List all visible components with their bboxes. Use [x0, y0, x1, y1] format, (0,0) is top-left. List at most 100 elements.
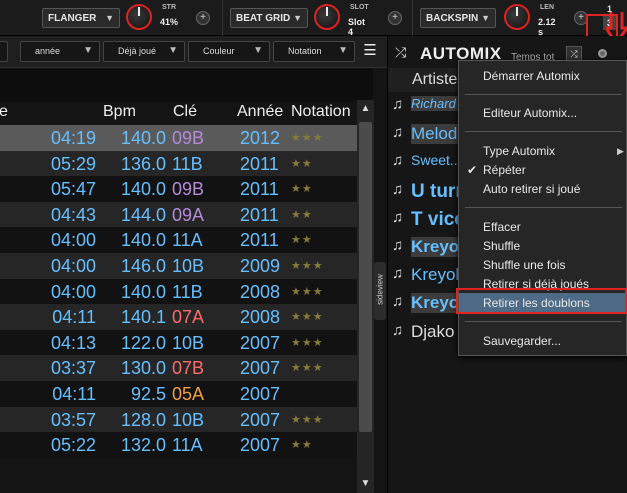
table-row[interactable]: 04:19 140.0 09B 2012 ★★★ — [0, 125, 357, 151]
fx-select-1[interactable]: FLANGER ▼ — [42, 8, 120, 28]
table-row[interactable]: 05:47 140.0 09B 2011 ★★ — [0, 176, 357, 202]
menu-divider — [465, 207, 622, 208]
menu-item-shuffle[interactable]: Shuffle — [483, 239, 520, 253]
cell-time: 03:37 — [50, 358, 96, 379]
chevron-down-icon: ▼ — [338, 45, 348, 56]
col-header-bpm[interactable]: Bpm — [103, 103, 136, 121]
table-row[interactable]: 04:11 92.5 05A 2007 — [0, 381, 357, 407]
cell-key: 10B — [172, 332, 205, 353]
fx-knob-2[interactable] — [314, 4, 340, 30]
cell-time: 04:00 — [50, 256, 96, 276]
table-row[interactable]: 04:00 140.0 11A 2011 ★★ — [0, 227, 357, 253]
automix-track[interactable]: ♫ Kreyol — [388, 233, 466, 261]
cell-rating: ★★★ — [291, 132, 324, 144]
col-header-key[interactable]: Clé — [173, 103, 197, 121]
filter-year[interactable]: année ▼ — [20, 41, 100, 62]
filter-rating-label: Notation — [288, 46, 322, 56]
cell-time: 04:43 — [50, 204, 96, 225]
cell-bpm: 128.0 — [120, 409, 166, 430]
cell-key: 07A — [172, 307, 205, 328]
col-header-year[interactable]: Année — [237, 103, 283, 121]
automix-track[interactable]: ♫ Kreyol — [388, 289, 466, 317]
menu-item-auto-remove[interactable]: Auto retirer si joué — [483, 182, 580, 196]
automix-menu-dot-icon[interactable] — [598, 49, 607, 58]
automix-track[interactable]: ♫Richard ca — [388, 92, 466, 120]
scroll-up-icon[interactable]: ▲ — [357, 100, 374, 118]
menu-divider — [465, 131, 622, 132]
filter-color[interactable]: Couleur ▼ — [188, 41, 270, 62]
cell-bpm: 122.0 — [120, 332, 166, 353]
cell-rating: ★★ — [291, 439, 313, 452]
fx-knob-1[interactable] — [126, 4, 152, 30]
automix-col-artist[interactable]: Artiste — [412, 71, 457, 89]
menu-item-repeat[interactable]: Répéter — [483, 163, 526, 177]
cell-bpm: 140.0 — [120, 281, 166, 302]
cell-time: 04:11 — [52, 384, 96, 404]
filter-played[interactable]: Déjà joué ▼ — [103, 41, 185, 62]
cell-bpm: 144.0 — [120, 204, 166, 225]
table-row[interactable]: 04:13 122.0 10B 2007 ★★★ — [0, 329, 357, 356]
menu-item-save[interactable]: Sauvegarder... — [483, 334, 561, 348]
music-note-icon: ♫ — [392, 321, 404, 339]
table-row[interactable]: 04:00 146.0 10B 2009 ★★★ — [0, 253, 357, 279]
music-note-icon: ♫ — [392, 208, 404, 226]
track-table: e Bpm Clé Année Notation 04:19 140.0 09B 20… — [0, 68, 373, 493]
cell-time: 03:57 — [50, 409, 96, 430]
cell-key: 11B — [172, 153, 203, 174]
cell-rating: ★★★ — [291, 260, 324, 272]
fx-add-button-2[interactable]: + — [388, 11, 402, 25]
cell-rating: ★★★ — [291, 311, 324, 324]
fx-knob-3[interactable] — [504, 4, 530, 30]
music-note-icon: ♫ — [392, 237, 404, 254]
shuffle-icon[interactable]: ⤮ — [395, 44, 406, 61]
list-view-icon[interactable]: ☰ — [359, 42, 381, 62]
check-icon: ✔ — [467, 163, 478, 177]
table-row[interactable]: 05:22 132.0 11A 2007 ★★ — [0, 432, 357, 458]
fx-name-3: BACKSPIN — [426, 13, 479, 24]
highlight-box — [456, 288, 627, 314]
table-row[interactable]: 04:00 140.0 11B 2008 ★★★ — [0, 278, 357, 305]
automix-track[interactable]: ♫ Kreyol — [388, 261, 460, 289]
menu-item-automix-editor[interactable]: Editeur Automix... — [483, 106, 577, 120]
table-row[interactable]: 03:37 130.0 07B 2007 ★★★ — [0, 355, 357, 381]
scroll-down-icon[interactable]: ▼ — [357, 475, 374, 493]
filter-bar: année ▼ Déjà joué ▼ Couleur ▼ Notation ▼ ☰ — [0, 36, 387, 68]
table-header: e Bpm Clé Année Notation — [0, 68, 373, 120]
menu-item-start-automix[interactable]: Démarrer Automix — [483, 69, 580, 83]
fx-toolbar: FLANGER ▼ STR 41% + BEAT GRID ▼ SLOT Slot … — [0, 0, 627, 37]
chevron-down-icon: ▼ — [481, 13, 490, 23]
table-row[interactable]: 05:29 136.0 11B 2011 ★★ — [0, 150, 357, 177]
sideview-toggle[interactable]: sideview — [374, 262, 386, 320]
automix-track[interactable]: ♫ Sweet... — [388, 148, 462, 176]
automix-track[interactable]: ♫ T vice — [388, 205, 465, 233]
table-row[interactable]: 04:43 144.0 09A 2011 ★★ — [0, 201, 357, 228]
automix-track[interactable]: ♫ U turn — [388, 177, 466, 205]
col-header-title[interactable]: e — [0, 103, 8, 121]
table-row[interactable]: 04:11 140.1 07A 2008 ★★★ — [0, 304, 357, 330]
menu-item-clear[interactable]: Effacer — [483, 220, 521, 234]
divider — [412, 0, 413, 36]
filter-partial[interactable] — [0, 41, 8, 62]
cell-time: 04:13 — [50, 332, 96, 353]
fx-select-2[interactable]: BEAT GRID ▼ — [230, 8, 308, 28]
automix-track[interactable]: ♫ Djako — [388, 318, 460, 346]
menu-item-automix-type[interactable]: Type Automix — [483, 144, 555, 158]
fx-add-button-1[interactable]: + — [196, 11, 210, 25]
menu-divider — [465, 94, 622, 95]
cell-rating: ★★★ — [291, 413, 324, 426]
cell-bpm: 92.5 — [130, 384, 166, 404]
cell-key: 10B — [172, 256, 205, 276]
vertical-scrollbar[interactable]: ▲ ▼ — [357, 100, 374, 493]
cell-year: 2011 — [240, 153, 279, 174]
table-row[interactable]: 03:57 128.0 10B 2007 ★★★ — [0, 406, 357, 433]
cell-time: 05:47 — [50, 179, 96, 200]
cell-key: 07B — [172, 358, 205, 379]
menu-item-shuffle-once[interactable]: Shuffle une fois — [483, 258, 566, 272]
fx-knob-value-3: 2.12 s — [538, 17, 556, 37]
fx-select-3[interactable]: BACKSPIN ▼ — [420, 8, 496, 28]
music-note-icon: ♫ — [392, 152, 404, 170]
filter-rating[interactable]: Notation ▼ — [273, 41, 355, 62]
scroll-thumb[interactable] — [359, 122, 372, 432]
col-header-rating[interactable]: Notation — [291, 103, 351, 121]
automix-track[interactable]: ♫Melodee — [388, 120, 466, 148]
